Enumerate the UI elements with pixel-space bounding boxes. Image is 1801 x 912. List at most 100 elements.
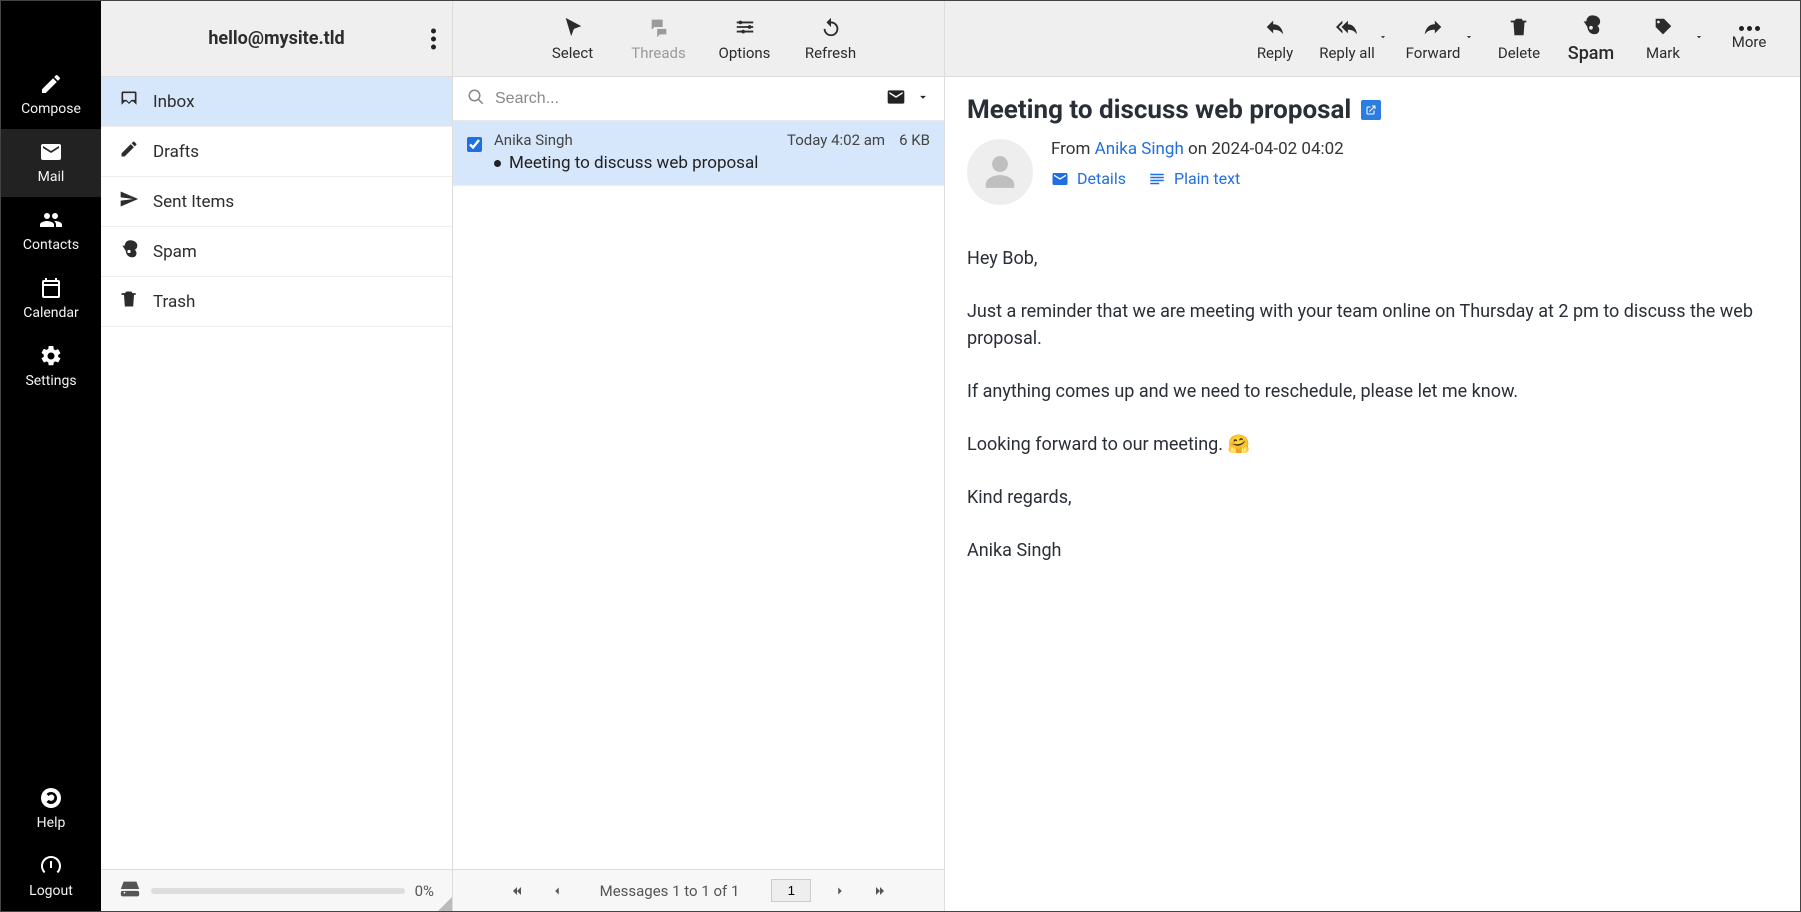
quota-bar: 0% (101, 869, 452, 911)
body-paragraph: Hey Bob, (967, 245, 1778, 272)
search-scope-icon[interactable] (886, 87, 906, 111)
account-menu-button[interactable] (431, 28, 436, 49)
message-date: Today 4:02 am (787, 131, 885, 149)
nav-item-logout[interactable]: Logout (1, 843, 101, 911)
threads-button[interactable]: Threads (630, 16, 688, 62)
from-sender-link[interactable]: Anika Singh (1095, 139, 1184, 159)
message-body: Hey Bob, Just a reminder that we are mee… (945, 215, 1800, 620)
drafts-icon (119, 139, 139, 164)
body-paragraph: Just a reminder that we are meeting with… (967, 298, 1778, 352)
message-item[interactable]: Anika Singh Today 4:02 am 6 KB Meeting t… (453, 121, 944, 186)
select-button[interactable]: Select (544, 16, 602, 62)
quota-percent: 0% (415, 882, 434, 900)
nav-item-label: Contacts (23, 237, 79, 253)
folders-column: hello@mysite.tld Inbox Drafts Sent Items… (101, 1, 453, 911)
pager-first[interactable] (506, 883, 528, 899)
pager-prev[interactable] (546, 884, 568, 898)
nav-item-mail[interactable]: Mail (1, 129, 101, 197)
tool-label: Mark (1646, 44, 1680, 62)
folder-drafts[interactable]: Drafts (101, 127, 452, 177)
pager-page-input[interactable] (771, 879, 811, 902)
folder-label: Spam (153, 242, 197, 262)
message-from: Anika Singh (494, 131, 573, 149)
reply-icon (1264, 16, 1286, 42)
forward-icon (1422, 16, 1444, 42)
nav-item-label: Mail (38, 169, 65, 185)
search-input[interactable] (495, 90, 876, 108)
logout-icon (38, 853, 64, 879)
reply-all-caret[interactable] (1376, 24, 1390, 62)
disk-icon (119, 878, 141, 904)
on-label: on (1184, 139, 1212, 159)
forward-button[interactable]: Forward (1404, 16, 1462, 62)
message-list: Anika Singh Today 4:02 am 6 KB Meeting t… (453, 121, 944, 869)
reply-all-button[interactable]: Reply all (1318, 16, 1376, 62)
refresh-icon (820, 16, 842, 42)
folder-sent[interactable]: Sent Items (101, 177, 452, 227)
nav-item-label: Logout (29, 883, 73, 899)
details-link[interactable]: Details (1051, 169, 1126, 188)
pager-next[interactable] (829, 884, 851, 898)
tool-label: Refresh (805, 44, 856, 62)
from-line: From Anika Singh on 2024-04-02 04:02 (1051, 139, 1344, 159)
search-bar (453, 77, 944, 121)
contacts-icon (38, 207, 64, 233)
message-header: Meeting to discuss web proposal From Ani… (945, 77, 1800, 215)
folder-spam[interactable]: Spam (101, 227, 452, 277)
pager-last[interactable] (869, 883, 891, 899)
spam-button[interactable]: Spam (1562, 14, 1620, 64)
nav-item-label: Calendar (23, 305, 79, 321)
folder-inbox[interactable]: Inbox (101, 77, 452, 127)
details-link-label: Details (1077, 169, 1126, 188)
message-checkbox[interactable] (467, 137, 482, 152)
body-paragraph: Anika Singh (967, 537, 1778, 564)
folder-trash[interactable]: Trash (101, 277, 452, 327)
reply-button[interactable]: Reply (1246, 16, 1304, 62)
list-toolbar: Select Threads Options Refresh (453, 1, 944, 77)
message-subject-text: Meeting to discuss web proposal (967, 95, 1351, 125)
folder-list: Inbox Drafts Sent Items Spam Trash (101, 77, 452, 869)
nav-item-calendar[interactable]: Calendar (1, 265, 101, 333)
settings-icon (38, 343, 64, 369)
search-options-caret[interactable] (916, 90, 930, 108)
tool-label: Spam (1568, 43, 1614, 64)
nav-item-compose[interactable]: Compose (1, 61, 101, 129)
open-in-new-window[interactable] (1361, 100, 1381, 120)
nav-sidebar: Compose Mail Contacts Calendar Settings (1, 1, 101, 911)
message-subject-heading: Meeting to discuss web proposal (967, 95, 1778, 125)
options-icon (734, 16, 756, 42)
pager: Messages 1 to 1 of 1 (453, 869, 944, 911)
trash-icon (119, 289, 139, 314)
plain-text-link-label: Plain text (1174, 169, 1240, 188)
message-list-column: Select Threads Options Refresh (453, 1, 945, 911)
folder-label: Drafts (153, 142, 199, 162)
mark-caret[interactable] (1692, 24, 1706, 62)
help-icon (38, 785, 64, 811)
options-button[interactable]: Options (716, 16, 774, 62)
plain-text-link[interactable]: Plain text (1148, 169, 1240, 188)
from-label: From (1051, 139, 1095, 159)
threads-icon (648, 16, 670, 42)
mark-button[interactable]: Mark (1634, 16, 1692, 62)
mark-icon (1652, 16, 1674, 42)
tool-label: Reply all (1319, 44, 1375, 62)
refresh-button[interactable]: Refresh (802, 16, 860, 62)
message-size: 6 KB (899, 131, 930, 149)
folder-label: Inbox (153, 92, 195, 112)
pager-label: Messages 1 to 1 of 1 (600, 882, 740, 900)
nav-item-label: Compose (21, 101, 81, 117)
tool-label: Forward (1406, 44, 1461, 62)
nav-item-contacts[interactable]: Contacts (1, 197, 101, 265)
delete-button[interactable]: Delete (1490, 16, 1548, 62)
body-paragraph: Looking forward to our meeting. 🤗 (967, 431, 1778, 458)
nav-item-settings[interactable]: Settings (1, 333, 101, 401)
more-button[interactable]: More (1720, 26, 1778, 51)
more-icon (1739, 26, 1760, 31)
delete-icon (1508, 16, 1530, 42)
nav-item-help[interactable]: Help (1, 775, 101, 843)
folder-label: Trash (153, 292, 195, 312)
message-subject: Meeting to discuss web proposal (509, 153, 758, 173)
forward-caret[interactable] (1462, 24, 1476, 62)
unread-dot-icon (494, 160, 501, 167)
reply-all-icon (1336, 16, 1358, 42)
